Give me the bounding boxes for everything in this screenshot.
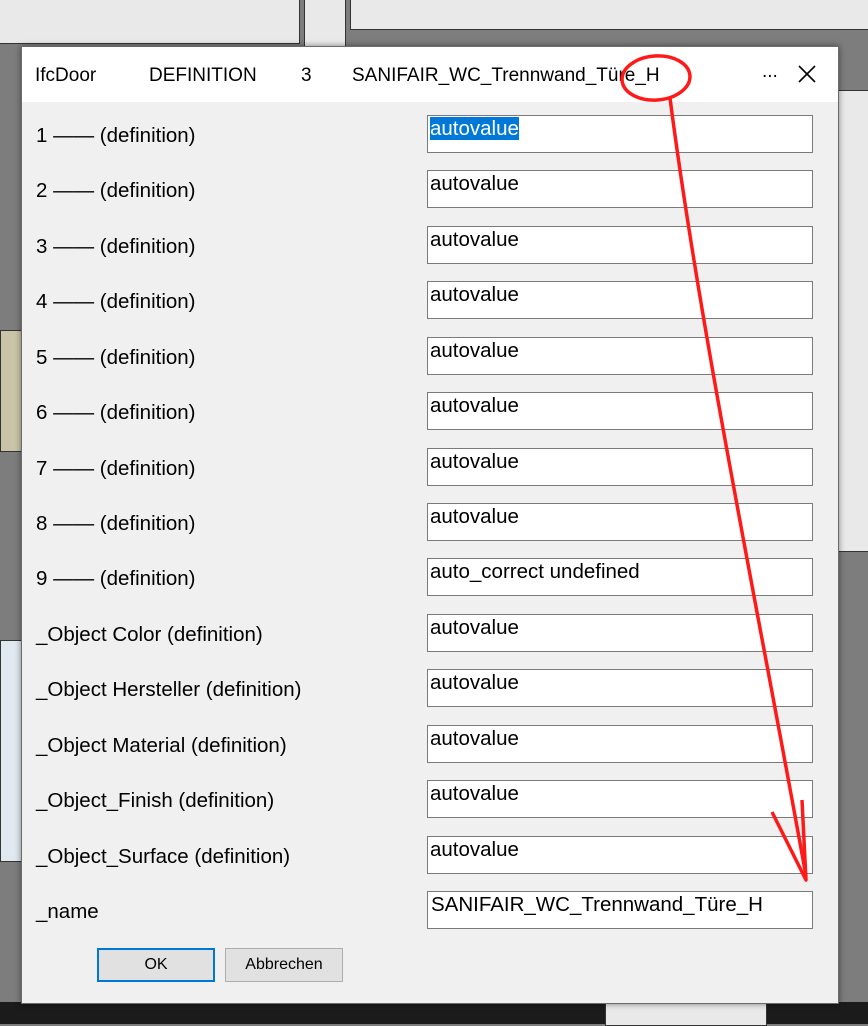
field-label-object-material: _Object Material (definition) (36, 734, 287, 757)
close-button[interactable] (790, 59, 824, 89)
field-input-7[interactable]: autovalue (427, 448, 813, 486)
field-input-2[interactable]: autovalue (427, 170, 813, 208)
more-button[interactable]: ... (762, 61, 778, 83)
field-value-1: autovalue (430, 117, 519, 140)
field-label-2: 2 —— (definition) (36, 179, 196, 202)
field-input-object-material[interactable]: autovalue (427, 725, 813, 763)
field-input-5[interactable]: autovalue (427, 337, 813, 375)
field-input-object-hersteller[interactable]: autovalue (427, 669, 813, 707)
field-label-5: 5 —— (definition) (36, 346, 196, 369)
title-number: 3 (301, 65, 312, 86)
field-label-4: 4 —— (definition) (36, 290, 196, 313)
field-input-9[interactable]: auto_correct undefined (427, 558, 813, 596)
field-label-1: 1 —— (definition) (36, 124, 196, 147)
properties-dialog: IfcDoor DEFINITION 3 SANIFAIR_WC_Trennwa… (21, 46, 839, 1004)
field-label-object-finish: _Object_Finish (definition) (36, 789, 275, 812)
field-label-9: 9 —— (definition) (36, 567, 196, 590)
ok-button[interactable]: OK (97, 948, 215, 982)
background-panel-top-right (350, 0, 868, 30)
field-label-6: 6 —— (definition) (36, 401, 196, 424)
field-label-3: 3 —— (definition) (36, 235, 196, 258)
background-panel-top (0, 0, 300, 44)
field-label-object-color: _Object Color (definition) (36, 623, 263, 646)
field-input-name[interactable]: SANIFAIR_WC_Trennwand_Türe_H (427, 891, 813, 929)
title-entity: IfcDoor (35, 65, 97, 86)
field-input-object-color[interactable]: autovalue (427, 614, 813, 652)
field-input-4[interactable]: autovalue (427, 281, 813, 319)
title-object-name: SANIFAIR_WC_Trennwand_Türe_H (352, 65, 660, 86)
dialog-titlebar: IfcDoor DEFINITION 3 SANIFAIR_WC_Trennwa… (22, 47, 838, 102)
field-input-3[interactable]: autovalue (427, 226, 813, 264)
field-label-name: _name (36, 900, 99, 923)
field-input-8[interactable]: autovalue (427, 503, 813, 541)
field-label-8: 8 —— (definition) (36, 512, 196, 535)
background-panel-bottom-right (605, 1002, 767, 1026)
field-input-1[interactable]: autovalue (427, 115, 813, 153)
field-label-7: 7 —— (definition) (36, 457, 196, 480)
field-label-object-surface: _Object_Surface (definition) (36, 845, 291, 868)
field-label-object-hersteller: _Object Hersteller (definition) (36, 678, 302, 701)
cancel-button[interactable]: Abbrechen (225, 948, 343, 982)
close-icon (798, 65, 816, 83)
background-panel-top-mid (304, 0, 346, 48)
title-category: DEFINITION (149, 65, 257, 86)
field-input-6[interactable]: autovalue (427, 392, 813, 430)
field-input-object-surface[interactable]: autovalue (427, 836, 813, 874)
field-input-object-finish[interactable]: autovalue (427, 780, 813, 818)
background-panel-right (838, 90, 868, 552)
